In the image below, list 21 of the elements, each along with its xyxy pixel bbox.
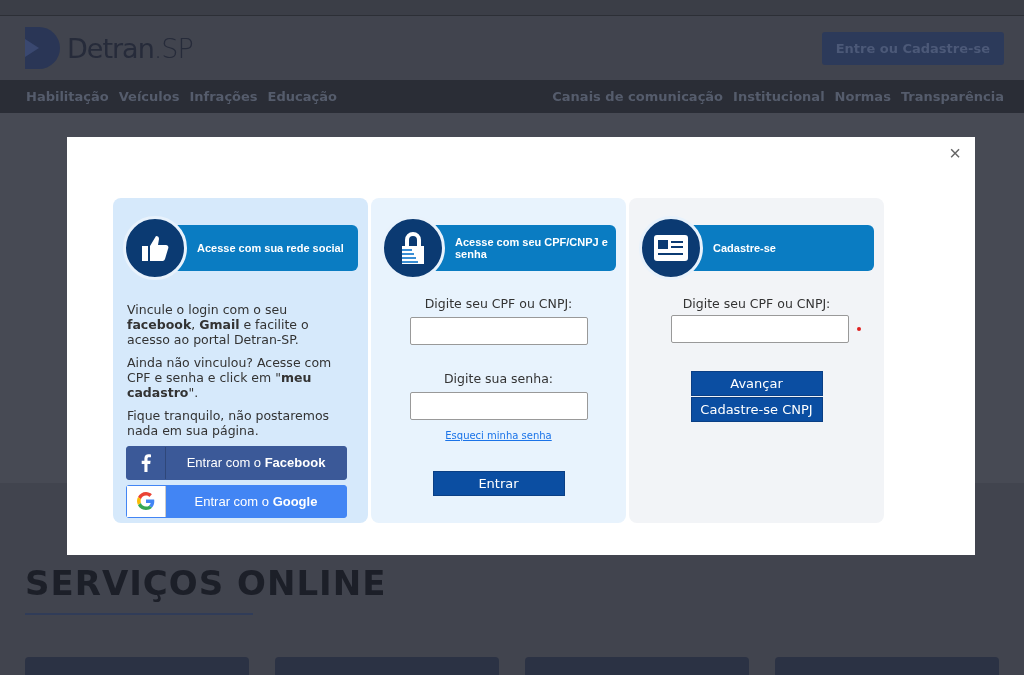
close-button[interactable]: × (943, 141, 967, 166)
register-button[interactable]: Avançar (690, 371, 823, 396)
cpf-input[interactable] (670, 315, 849, 343)
info-paragraph: Fique tranquilo, não postaremos nada em sua página. (126, 408, 331, 439)
social-login-button[interactable]: Entrar com o Facebook (126, 446, 347, 480)
logo-icon (25, 27, 61, 69)
info-paragraph: Vincule o login com o seu facebook, Gmail e facilite o acesso ao portal Detran-SP. (126, 302, 310, 348)
social-login-button[interactable]: Entrar com o Google (126, 484, 347, 518)
login-submit-button[interactable]: Entrar (432, 471, 565, 496)
thumbs-up-icon (140, 233, 170, 263)
field-label: Digite seu CPF ou CNPJ: (682, 296, 831, 311)
register-button[interactable]: Cadastre-se CNPJ (690, 397, 823, 422)
id-card-icon (654, 235, 688, 261)
forgot-password-link[interactable]: Esqueci minha senha (445, 430, 552, 441)
field-label: Digite sua senha: (443, 371, 554, 386)
field-label: Digite seu CPF ou CNPJ: (424, 296, 573, 311)
info-paragraph: Ainda não vinculou? Acesse com CPF e senha e click em "meu cadastro". (126, 355, 333, 401)
password-input[interactable] (409, 392, 588, 420)
facebook-icon (141, 453, 151, 472)
cpf-input[interactable] (409, 317, 588, 345)
google-logo-icon (137, 492, 155, 511)
